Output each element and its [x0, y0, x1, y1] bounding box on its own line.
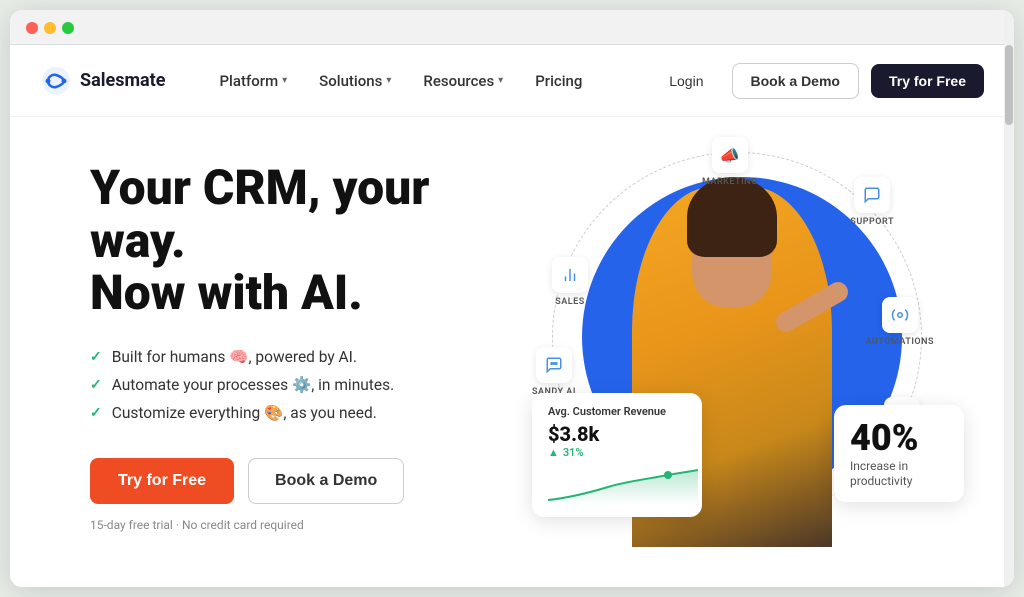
revenue-stat-card: Avg. Customer Revenue $3.8k ▲ 31%: [532, 393, 702, 517]
nav-platform[interactable]: Platform ▾: [205, 64, 301, 98]
feature-marketing: 📣 MARKETING: [702, 137, 758, 187]
revenue-chart: [548, 465, 686, 505]
minimize-button-traffic[interactable]: [44, 22, 56, 34]
marketing-icon: 📣: [712, 137, 748, 173]
chevron-down-icon: ▾: [282, 75, 287, 86]
fullscreen-button-traffic[interactable]: [62, 22, 74, 34]
check-icon: ✓: [90, 377, 102, 393]
chevron-down-icon: ▾: [386, 75, 391, 86]
productivity-stat-card: 40% Increase inproductivity: [834, 405, 964, 502]
check-icon: ✓: [90, 349, 102, 365]
try-free-nav-button[interactable]: Try for Free: [871, 64, 984, 98]
hero-section: Your CRM, your way. Now with AI. ✓ Built…: [10, 117, 1014, 587]
productivity-label: Increase inproductivity: [850, 459, 948, 490]
sales-icon: [552, 257, 588, 293]
feature-support: SUPPORT: [850, 177, 894, 227]
sandy-ai-icon: [536, 347, 572, 383]
feature-sandy-ai: SANDY AI: [532, 347, 576, 397]
feature-item: ✓ Built for humans 🧠, powered by AI.: [90, 348, 502, 366]
hero-title: Your CRM, your way. Now with AI.: [90, 162, 502, 320]
navbar: Salesmate Platform ▾ Solutions ▾ Resourc…: [10, 45, 1014, 117]
scrollbar-thumb[interactable]: [1005, 45, 1013, 125]
nav-pricing[interactable]: Pricing: [521, 64, 596, 98]
productivity-value: 40%: [850, 417, 948, 459]
arrow-up-icon: ▲: [548, 446, 559, 459]
logo-text: Salesmate: [80, 70, 165, 91]
hero-left: Your CRM, your way. Now with AI. ✓ Built…: [90, 162, 522, 532]
logo[interactable]: Salesmate: [40, 65, 165, 97]
traffic-lights: [26, 22, 74, 34]
feature-item: ✓ Automate your processes ⚙️, in minutes…: [90, 376, 502, 394]
book-demo-hero-button[interactable]: Book a Demo: [248, 458, 404, 504]
automations-icon: [882, 297, 918, 333]
nav-links: Platform ▾ Solutions ▾ Resources ▾ Prici…: [205, 64, 653, 98]
hero-cta: Try for Free Book a Demo: [90, 458, 502, 504]
check-icon: ✓: [90, 405, 102, 421]
browser-window: Salesmate Platform ▾ Solutions ▾ Resourc…: [10, 10, 1014, 587]
hero-features: ✓ Built for humans 🧠, powered by AI. ✓ A…: [90, 348, 502, 422]
chevron-down-icon: ▾: [498, 75, 503, 86]
login-button[interactable]: Login: [653, 65, 719, 97]
feature-automations: AUTOMATIONS: [865, 297, 934, 347]
revenue-value: $3.8k: [548, 422, 686, 446]
try-free-hero-button[interactable]: Try for Free: [90, 458, 234, 504]
support-icon: [854, 177, 890, 213]
book-demo-button[interactable]: Book a Demo: [732, 63, 859, 99]
feature-sales: SALES: [552, 257, 588, 307]
revenue-growth: ▲ 31%: [548, 446, 686, 459]
nav-solutions[interactable]: Solutions ▾: [305, 64, 405, 98]
nav-resources[interactable]: Resources ▾: [409, 64, 517, 98]
close-button-traffic[interactable]: [26, 22, 38, 34]
nav-right: Login Book a Demo Try for Free: [653, 63, 984, 99]
browser-chrome: [10, 10, 1014, 45]
hero-right: 📣 MARKETING SUPPORT: [522, 137, 954, 557]
hero-note: 15-day free trial · No credit card requi…: [90, 518, 502, 532]
revenue-title: Avg. Customer Revenue: [548, 405, 686, 418]
feature-item: ✓ Customize everything 🎨, as you need.: [90, 404, 502, 422]
